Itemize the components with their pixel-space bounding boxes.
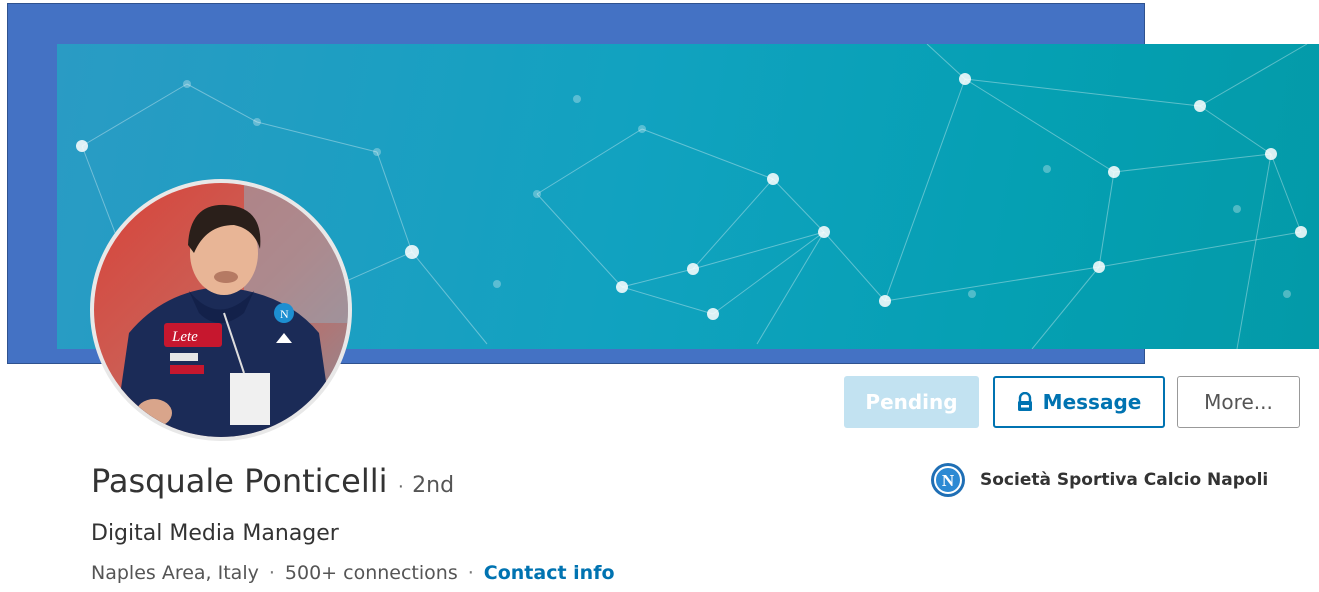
lock-icon	[1017, 391, 1033, 412]
profile-meta: Naples Area, Italy · 500+ connections · …	[91, 562, 615, 584]
connections-count[interactable]: 500+ connections	[285, 562, 458, 584]
location: Naples Area, Italy	[91, 562, 259, 584]
svg-text:N: N	[280, 307, 289, 321]
company-name: Società Sportiva Calcio Napoli	[980, 470, 1269, 490]
message-label: Message	[1042, 390, 1142, 414]
napoli-logo-icon: N	[931, 463, 965, 497]
svg-text:N: N	[942, 471, 955, 490]
current-company[interactable]: N Società Sportiva Calcio Napoli	[930, 462, 1268, 498]
more-button[interactable]: More...	[1177, 376, 1300, 428]
separator-dot: ·	[268, 562, 275, 584]
separator-dot: ·	[397, 475, 405, 497]
profile-headline: Digital Media Manager	[91, 521, 339, 546]
profile-name-row: Pasquale Ponticelli · 2nd	[91, 462, 454, 500]
contact-info-link[interactable]: Contact info	[484, 562, 615, 584]
connection-degree: 2nd	[412, 473, 455, 498]
profile-photo[interactable]: Lete N	[90, 179, 352, 441]
svg-text:Lete: Lete	[171, 329, 198, 345]
pending-button[interactable]: Pending	[844, 376, 979, 428]
separator-dot: ·	[467, 562, 474, 584]
profile-name: Pasquale Ponticelli	[91, 462, 388, 500]
person-photo: Lete N	[94, 183, 348, 437]
message-button[interactable]: Message	[993, 376, 1165, 428]
